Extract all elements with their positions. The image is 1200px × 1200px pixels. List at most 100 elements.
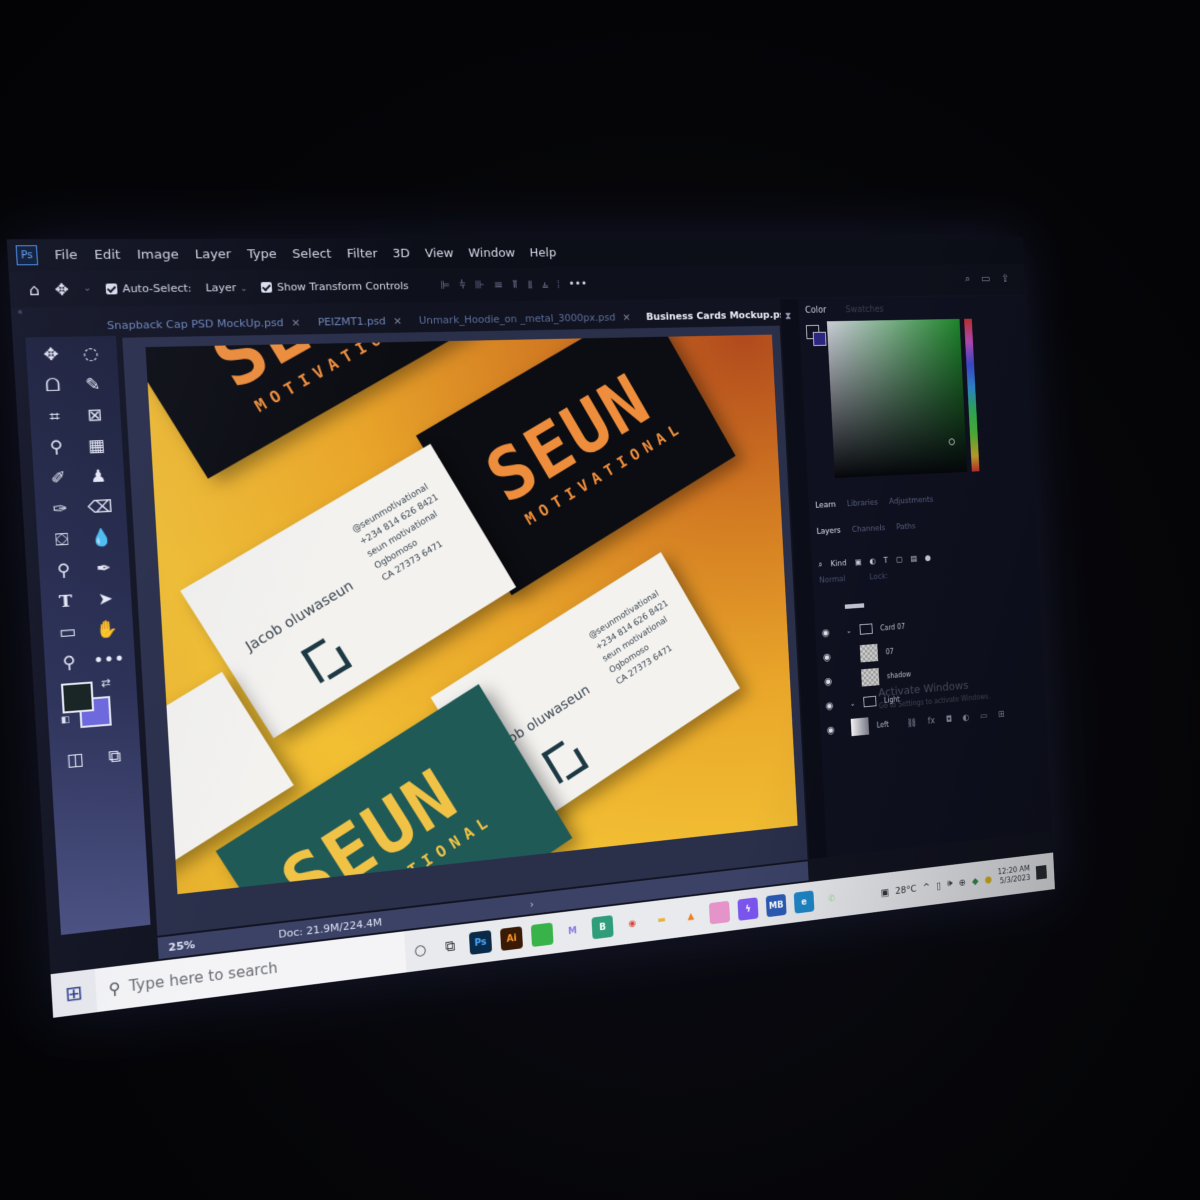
filter-toggle-icon[interactable]: ● [925,554,932,563]
paint-bucket-tool-icon[interactable]: ⛋ [41,527,83,553]
pen-tool-icon[interactable]: ✒ [83,556,124,582]
hand-tool-icon[interactable]: ✋ [87,617,128,643]
taskbar-app-chrome-icon[interactable]: ◉ [621,911,644,936]
filter-type-icon[interactable]: T [883,557,888,566]
taskbar-app-vlc-icon[interactable]: ▲ [679,904,702,929]
menu-help[interactable]: Help [529,246,556,260]
tab-color[interactable]: Color [805,306,827,316]
close-icon[interactable]: × [291,316,301,329]
frame-tool-icon[interactable]: ⊠ [74,403,115,428]
align-left-icon[interactable]: ⊫ [440,278,450,292]
taskbar-app-m-app-icon[interactable]: M [561,918,584,944]
align-center-icon[interactable]: ⫩ [459,278,466,292]
distribute-vertical-icon[interactable]: ⦙ [557,277,560,291]
menu-file[interactable]: File [54,248,78,263]
tab-libraries[interactable]: Libraries [847,498,879,508]
battery-icon[interactable]: ▯ [936,879,941,891]
tab-adjustments[interactable]: Adjustments [889,496,934,507]
taskbar-app-edge-icon[interactable]: e [793,890,815,914]
close-icon[interactable]: × [393,314,402,326]
taskbar-app-pink-app-icon[interactable] [708,900,731,925]
more-tools-icon[interactable]: ••• [88,647,129,673]
weather-icon[interactable]: ▣ [880,886,889,898]
menu-layer[interactable]: Layer [194,247,231,262]
menu-window[interactable]: Window [468,246,516,260]
close-icon[interactable]: × [622,311,631,323]
kind-filter-dropdown[interactable]: Kind [830,559,846,569]
color-picker-field[interactable] [826,318,968,479]
tab-peizmt1[interactable]: PEIZMT1.psd × [317,314,402,328]
filter-smart-object-icon[interactable]: ▤ [910,555,917,564]
visibility-eye-icon[interactable]: ◉ [824,674,841,687]
menu-3d[interactable]: 3D [392,246,410,260]
panel-background-swatch[interactable] [812,331,827,347]
status-menu-arrow[interactable]: › [529,898,534,910]
chevron-up-icon[interactable]: ^ [923,881,931,893]
chevron-down-icon[interactable]: ⌄ [83,284,91,294]
quick-mask-icon[interactable]: ◫ [54,747,95,774]
dodge-tool-icon[interactable]: ⚲ [43,558,85,584]
menu-view[interactable]: View [424,246,453,260]
clone-stamp-tool-icon[interactable]: ♟ [78,464,119,489]
cortana-icon[interactable]: ○ [405,940,436,961]
collapse-toolbar-button[interactable]: « [17,307,23,316]
taskbar-app-green-app-icon[interactable] [530,922,554,948]
tab-learn[interactable]: Learn [815,501,836,511]
zoom-tool-icon[interactable]: ⚲ [48,650,89,677]
taskbar-app-mb-app-icon[interactable]: MB [765,893,787,918]
tab-channels[interactable]: Channels [852,524,886,535]
search-icon[interactable]: ⌕ [964,273,970,286]
menu-type[interactable]: Type [247,247,277,262]
tab-paths[interactable]: Paths [896,522,916,532]
windows-start-icon[interactable]: ⊞ [51,979,97,1008]
share-icon[interactable]: ⇪ [1001,272,1010,285]
menu-image[interactable]: Image [137,247,180,262]
blur-tool-icon[interactable]: 💧 [81,525,122,551]
filter-shape-icon[interactable]: ▢ [896,556,903,565]
path-selection-tool-icon[interactable]: ➤ [85,586,126,612]
move-tool-icon[interactable]: ✥ [30,343,72,368]
tab-layers[interactable]: Layers [816,527,841,537]
foreground-color-swatch[interactable] [60,681,95,714]
visibility-eye-icon[interactable]: ◉ [822,626,839,638]
filter-pixel-icon[interactable]: ▣ [854,558,861,567]
align-right-icon[interactable]: ⊪ [474,278,484,292]
type-tool-icon[interactable]: T [45,589,86,615]
add-mask-icon[interactable]: ◘ [946,715,953,725]
move-tool-icon[interactable]: ✥ [54,279,69,298]
align-middle-icon[interactable]: ⫫ [527,277,534,291]
taskbar-app-illustrator-icon[interactable]: Ai [500,926,524,951]
blend-mode-dropdown[interactable]: Normal [819,575,846,585]
lasso-tool-icon[interactable]: ᗝ [32,373,74,398]
history-icon[interactable]: ⧗ [785,310,795,322]
taskbar-app-whatsapp-icon[interactable]: ✆ [821,886,842,911]
eyedropper-tool-icon[interactable]: ⚲ [36,435,78,460]
fx-icon[interactable]: fx [927,716,935,726]
menu-filter[interactable]: Filter [346,246,378,260]
network-icon[interactable]: ⊕ [958,876,966,888]
filter-adjustment-icon[interactable]: ◐ [869,557,876,566]
history-brush-tool-icon[interactable]: ✑ [39,497,81,523]
menu-edit[interactable]: Edit [94,247,121,262]
visibility-eye-icon[interactable]: ◉ [823,650,840,663]
notification-icon[interactable] [1035,865,1047,880]
chevron-down-icon[interactable]: ⌄ [850,699,856,707]
eraser-tool-icon[interactable]: ⌫ [79,495,120,521]
weather-temp[interactable]: 28°C [895,882,917,896]
link-layers-icon[interactable]: ⛓ [907,718,917,728]
new-group-icon[interactable]: ▭ [980,711,988,721]
chevron-down-icon[interactable]: ⌄ [846,626,852,634]
tab-snapback-cap[interactable]: Snapback Cap PSD MockUp.psd × [107,316,301,332]
workspace-icon[interactable]: ▭ [981,273,991,286]
default-colors-icon[interactable]: ◧ [61,715,71,726]
document-canvas[interactable]: SEUN MOTIVATIONAL SEUN MOTIVATIONAL Jaco… [145,334,798,895]
hue-slider[interactable] [964,318,980,472]
auto-select-target-dropdown[interactable]: Layer ⌄ [205,281,247,294]
home-icon[interactable]: ⌂ [28,280,40,299]
tab-unmark-hoodie[interactable]: Unmark_Hoodie_on _metal_3000px.psd × [418,311,630,326]
zoom-level[interactable]: 25% [158,934,230,955]
adjustment-layer-icon[interactable]: ◐ [963,713,970,723]
align-top-icon[interactable]: ⫪ [511,277,518,291]
taskbar-app-messenger-icon[interactable]: ϟ [737,897,759,921]
taskbar-app-b-app-icon[interactable]: B [591,915,614,940]
